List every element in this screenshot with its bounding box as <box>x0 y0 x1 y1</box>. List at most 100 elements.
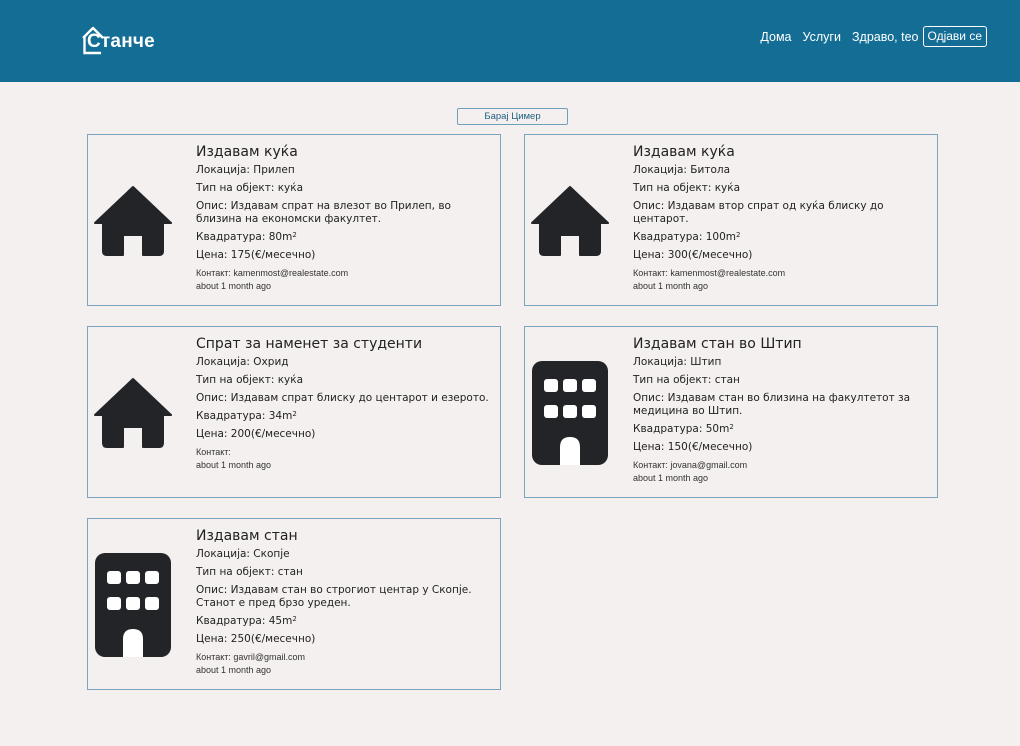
price-value: 150 <box>667 441 688 453</box>
location-label: Локација: <box>196 164 254 176</box>
location-value: Прилеп <box>253 164 295 176</box>
listing-description: Опис: Издавам стан во близина на факулте… <box>633 392 933 418</box>
description-label: Опис: <box>196 200 231 212</box>
price-value: 200 <box>230 428 251 440</box>
listing-price: Цена: 175(€/месечно) <box>196 249 496 262</box>
nav-services-link[interactable]: Услуги <box>803 30 841 44</box>
house-icon <box>93 377 173 453</box>
house-icon <box>530 185 610 261</box>
area-label: Квадратура: <box>633 423 706 435</box>
building-icon <box>530 359 610 471</box>
listing-area: Квадратура: 34m2 <box>196 410 496 423</box>
listing-details: Издавам стан Локација: Скопје Тип на објек… <box>196 527 496 677</box>
listing-contact: Контакт: kamenmost@realestate.com <box>633 267 933 280</box>
description-value: Издавам стан во строгиот центар у Скопје… <box>196 584 472 609</box>
nav-home-link[interactable]: Дома <box>760 30 791 44</box>
logout-button[interactable]: Одјави се <box>922 26 987 47</box>
listing-location: Локација: Скопје <box>196 548 496 561</box>
contact-email[interactable]: jovana@gmail.com <box>670 460 747 470</box>
description-label: Опис: <box>633 392 668 404</box>
area-unit: m <box>282 231 293 243</box>
type-label: Тип на објект: <box>196 182 278 194</box>
type-label: Тип на објект: <box>196 566 278 578</box>
type-value: куќа <box>714 182 741 194</box>
type-value: стан <box>714 374 740 386</box>
description-label: Опис: <box>196 392 231 404</box>
listing-card[interactable]: Издавам стан Локација: Скопје Тип на објек… <box>87 518 501 690</box>
area-unit: m <box>725 231 737 243</box>
nav-menu: Дома Услуги Здраво, teo Одјави се <box>749 26 987 47</box>
location-value: Охрид <box>253 356 289 368</box>
area-unit: m <box>282 410 293 422</box>
location-value: Битола <box>690 164 731 176</box>
price-label: Цена: <box>196 633 231 645</box>
area-label: Квадратура: <box>633 231 706 243</box>
location-value: Штип <box>690 356 722 368</box>
listing-description: Опис: Издавам спрат на влезот во Прилеп,… <box>196 200 496 226</box>
area-unit-superscript: 2 <box>729 423 734 431</box>
listing-type: Тип на објект: стан <box>196 566 496 579</box>
listing-area: Квадратура: 45m2 <box>196 615 496 628</box>
location-label: Локација: <box>633 356 691 368</box>
listing-price: Цена: 200(€/месечно) <box>196 428 496 441</box>
listing-location: Локација: Охрид <box>196 356 496 369</box>
listing-card[interactable]: Издавам стан во Штип Локација: Штип Тип на… <box>524 326 938 498</box>
price-label: Цена: <box>633 249 668 261</box>
listing-contact: Контакт: gavril@gmail.com <box>196 651 496 664</box>
location-value: Скопје <box>253 548 290 560</box>
contact-label: Контакт: <box>633 460 671 470</box>
listing-title: Спрат за наменет за студенти <box>196 336 423 352</box>
listing-title: Издавам стан <box>196 528 298 544</box>
price-unit: (€/месечно) <box>250 633 316 645</box>
listing-type: Тип на објект: куќа <box>196 182 496 195</box>
listing-description: Опис: Издавам втор спрат од куќа блиску … <box>633 200 933 226</box>
listing-description: Опис: Издавам стан во строгиот центар у … <box>196 584 496 610</box>
description-label: Опис: <box>196 584 231 596</box>
price-label: Цена: <box>633 441 668 453</box>
listing-contact: Контакт: kamenmost@realestate.com <box>196 267 496 280</box>
description-value: Издавам стан во близина на факултетот за… <box>633 392 911 417</box>
price-value: 300 <box>667 249 688 261</box>
listing-type: Тип на објект: куќа <box>196 374 496 387</box>
listing-area: Квадратура: 100m2 <box>633 231 933 244</box>
house-outline-icon <box>82 26 104 55</box>
listing-area: Квадратура: 50m2 <box>633 423 933 436</box>
location-label: Локација: <box>196 548 254 560</box>
listing-card[interactable]: Издавам куќа Локација: Битола Тип на објек… <box>524 134 938 306</box>
contact-email[interactable]: kamenmost@realestate.com <box>670 268 785 278</box>
listing-details: Спрат за наменет за студенти Локација: Ох… <box>196 335 496 472</box>
description-value: Издавам спрат блиску до центарот и езеро… <box>230 392 489 404</box>
price-unit: (€/месечно) <box>687 249 753 261</box>
contact-email[interactable]: kamenmost@realestate.com <box>233 268 348 278</box>
contact-label: Контакт: <box>196 652 234 662</box>
brand-logo[interactable]: Станче <box>81 24 155 56</box>
area-value: 80 <box>268 231 283 243</box>
price-value: 250 <box>230 633 251 645</box>
listing-location: Локација: Прилеп <box>196 164 496 177</box>
listing-area: Квадратура: 80m2 <box>196 231 496 244</box>
area-label: Квадратура: <box>196 410 269 422</box>
price-label: Цена: <box>196 249 231 261</box>
area-unit-superscript: 2 <box>292 231 297 239</box>
area-unit-superscript: 2 <box>736 231 741 239</box>
contact-email[interactable]: gavril@gmail.com <box>233 652 305 662</box>
listing-location: Локација: Штип <box>633 356 933 369</box>
area-unit-superscript: 2 <box>292 410 297 418</box>
location-label: Локација: <box>633 164 691 176</box>
type-label: Тип на објект: <box>633 182 715 194</box>
find-roommate-button[interactable]: Барај Цимер <box>457 108 568 125</box>
listing-posted-time: about 1 month ago <box>196 665 272 675</box>
area-unit-superscript: 2 <box>292 615 297 623</box>
price-unit: (€/месечно) <box>687 441 753 453</box>
listing-details: Издавам куќа Локација: Прилеп Тип на објек… <box>196 143 496 293</box>
price-unit: (€/месечно) <box>250 428 316 440</box>
listing-card[interactable]: Спрат за наменет за студенти Локација: Ох… <box>87 326 501 498</box>
listing-type: Тип на објект: стан <box>633 374 933 387</box>
listing-card[interactable]: Издавам куќа Локација: Прилеп Тип на објек… <box>87 134 501 306</box>
area-value: 45 <box>268 615 283 627</box>
listing-price: Цена: 250(€/месечно) <box>196 633 496 646</box>
listing-contact: Контакт: <box>196 446 496 459</box>
listing-details: Издавам куќа Локација: Битола Тип на објек… <box>633 143 933 293</box>
area-value: 50 <box>705 423 720 435</box>
listing-location: Локација: Битола <box>633 164 933 177</box>
